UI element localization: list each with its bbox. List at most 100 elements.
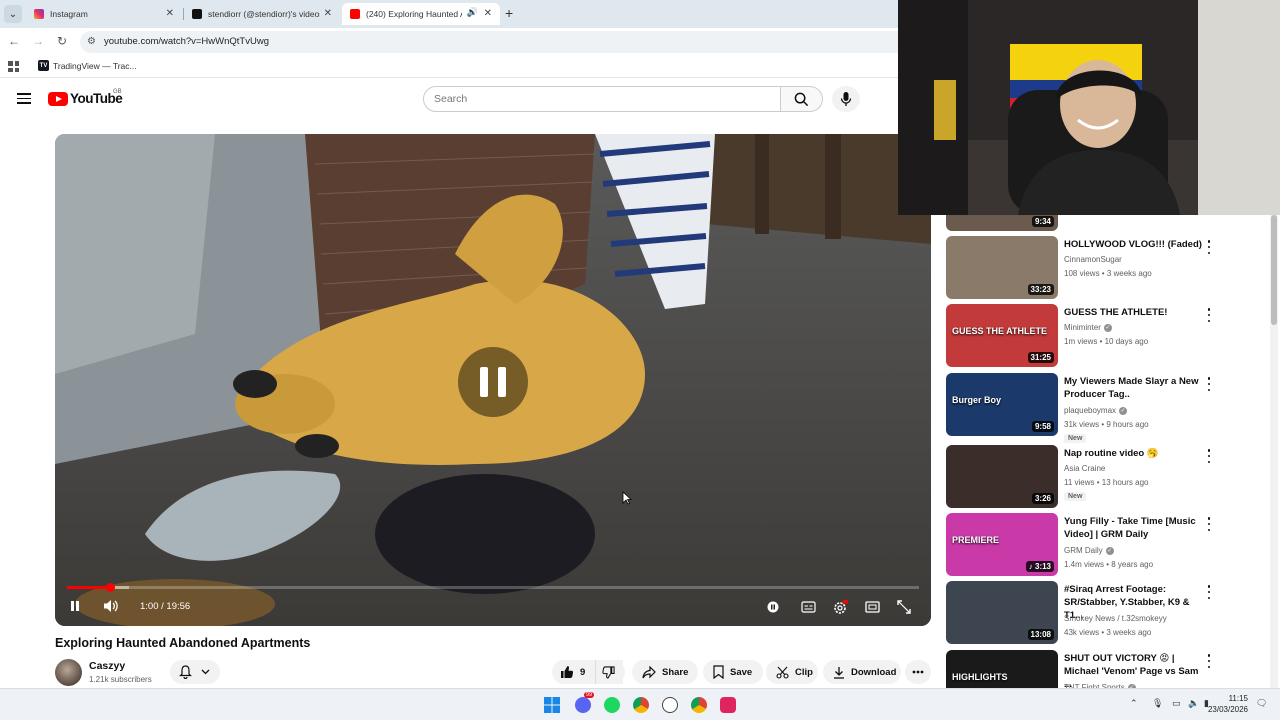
- channel-avatar[interactable]: [55, 659, 82, 686]
- steam-icon[interactable]: [662, 697, 678, 713]
- share-button[interactable]: Share: [632, 660, 698, 684]
- scrubber-handle[interactable]: [105, 583, 115, 592]
- youtube-logo[interactable]: YouTube GB: [48, 89, 123, 106]
- channel-name[interactable]: Caszyy: [89, 660, 125, 672]
- recommended-video-item[interactable]: 33:23 HOLLYWOOD VLOG!!! (Faded) CinnamonSu…: [946, 236, 1266, 300]
- bell-icon: [179, 665, 192, 679]
- recommended-video-item[interactable]: 3:26 Nap routine video 🥱 Asia Craine 11 vie…: [946, 445, 1266, 509]
- tiktok-icon[interactable]: [720, 697, 736, 713]
- thumbnail-text: PREMIERE: [952, 535, 1000, 545]
- fullscreen-button[interactable]: [897, 600, 911, 617]
- address-bar[interactable]: ⚙ youtube.com/watch?v=HwWnQtTvUwg: [80, 31, 980, 53]
- channel-name[interactable]: plaqueboymax ✓: [1064, 406, 1128, 415]
- save-button[interactable]: Save: [703, 660, 763, 684]
- video-thumbnail[interactable]: 3:26: [946, 445, 1058, 508]
- video-thumbnail[interactable]: 9:34: [946, 215, 1058, 231]
- volume-icon: [104, 600, 118, 612]
- more-options-icon[interactable]: [1204, 308, 1214, 322]
- dislike-button[interactable]: [595, 660, 625, 684]
- notification-settings-button[interactable]: [170, 660, 220, 684]
- recommendations-sidebar: 9:34217 views • 8 months ago 33:23 HOLLYWO…: [946, 215, 1280, 688]
- voice-search-button[interactable]: [832, 86, 860, 112]
- more-options-icon[interactable]: [1204, 449, 1214, 463]
- system-clock[interactable]: 11:15 23/03/2026: [1208, 693, 1248, 715]
- back-button[interactable]: ←: [6, 34, 22, 48]
- video-player[interactable]: 1:00 / 19:56: [55, 134, 931, 626]
- menu-icon[interactable]: [17, 93, 31, 104]
- volume-button[interactable]: [103, 599, 119, 616]
- apps-grid-icon[interactable]: [8, 61, 19, 72]
- recommended-video-item[interactable]: PREMIERE ♪ 3:13 Yung Filly - Take Time [Mu…: [946, 513, 1266, 577]
- video-thumbnail[interactable]: HIGHLIGHTS: [946, 650, 1058, 688]
- more-options-icon[interactable]: [1204, 654, 1214, 668]
- pause-overlay-button[interactable]: [458, 347, 528, 417]
- save-label: Save: [730, 666, 753, 678]
- speaker-tray-icon[interactable]: 🔈: [1188, 698, 1199, 709]
- video-title[interactable]: My Viewers Made Slayr a New Producer Tag…: [1064, 375, 1202, 401]
- more-options-icon[interactable]: [1204, 585, 1214, 599]
- video-thumbnail[interactable]: 33:23: [946, 236, 1058, 299]
- close-tab-icon[interactable]: ✕: [166, 8, 174, 19]
- more-actions-button[interactable]: [905, 660, 931, 684]
- recommended-video-item[interactable]: 9:34217 views • 8 months ago: [946, 215, 1266, 232]
- spotify-icon[interactable]: [604, 697, 620, 713]
- captions-button[interactable]: [801, 601, 816, 616]
- channel-name[interactable]: CinnamonSugar: [1064, 255, 1122, 264]
- channel-name[interactable]: GRM Daily ✓: [1064, 546, 1114, 555]
- chrome-profile-icon[interactable]: [691, 697, 707, 713]
- network-icon[interactable]: ▭: [1172, 698, 1181, 709]
- microphone-tray-icon[interactable]: 🎙: [1152, 698, 1163, 709]
- search-icon: [794, 92, 809, 107]
- video-title[interactable]: Yung Filly - Take Time [Music Video] | G…: [1064, 515, 1202, 541]
- more-options-icon[interactable]: [1204, 240, 1214, 254]
- tab-tiktok[interactable]: stendiorr (@stendiorr)'s videos ✕: [184, 3, 340, 25]
- video-thumbnail[interactable]: PREMIERE ♪ 3:13: [946, 513, 1058, 576]
- video-thumbnail[interactable]: GUESS THE ATHLETE 31:25: [946, 304, 1058, 367]
- discord-icon[interactable]: 99: [575, 692, 595, 713]
- video-title[interactable]: HOLLYWOOD VLOG!!! (Faded): [1064, 238, 1202, 251]
- theater-mode-button[interactable]: [865, 601, 880, 616]
- search-button[interactable]: [781, 86, 823, 112]
- download-button[interactable]: Download: [823, 660, 901, 684]
- close-tab-icon[interactable]: ✕: [324, 8, 332, 19]
- autoplay-toggle[interactable]: [767, 601, 779, 616]
- webcam-feed: [898, 0, 1280, 215]
- clip-button[interactable]: Clip: [766, 660, 818, 684]
- view-count-and-date: 11 views • 13 hours ago: [1064, 478, 1149, 487]
- audio-playing-icon[interactable]: 🔊: [467, 7, 478, 18]
- video-thumbnail[interactable]: 13:08: [946, 581, 1058, 644]
- channel-name[interactable]: Smokey News / t.32smokeyy: [1064, 614, 1167, 623]
- pause-button[interactable]: [69, 600, 81, 615]
- chrome-icon[interactable]: [633, 697, 649, 713]
- search-input[interactable]: Search: [423, 86, 781, 112]
- channel-name[interactable]: Miniminter ✓: [1064, 323, 1112, 332]
- thumbs-up-icon: [561, 666, 574, 678]
- settings-button[interactable]: [833, 600, 848, 618]
- download-label: Download: [851, 666, 897, 678]
- video-title[interactable]: Nap routine video 🥱: [1064, 447, 1202, 460]
- recommended-video-item[interactable]: Burger Boy 9:58 My Viewers Made Slayr a Ne…: [946, 373, 1266, 443]
- more-options-icon[interactable]: [1204, 517, 1214, 531]
- tab-youtube-active[interactable]: (240) Exploring Haunted Ab 🔊 ✕: [342, 3, 500, 25]
- forward-button[interactable]: →: [30, 34, 46, 48]
- new-tab-button[interactable]: +: [505, 5, 513, 21]
- video-thumbnail[interactable]: Burger Boy 9:58: [946, 373, 1058, 436]
- tab-search-button[interactable]: ⌄: [4, 5, 22, 23]
- windows-start-icon[interactable]: [544, 697, 560, 713]
- close-tab-icon[interactable]: ✕: [484, 8, 492, 19]
- recommended-video-item[interactable]: HIGHLIGHTS SHUT OUT VICTORY 😡 | Michael '…: [946, 650, 1266, 688]
- notification-center-icon[interactable]: 🗨: [1256, 698, 1267, 709]
- bookmark-tradingview[interactable]: TV TradingView — Trac...: [38, 60, 137, 71]
- scrollbar-thumb[interactable]: [1271, 215, 1277, 325]
- recommended-video-item[interactable]: GUESS THE ATHLETE 31:25 GUESS THE ATHLETE!…: [946, 304, 1266, 368]
- video-title[interactable]: GUESS THE ATHLETE!: [1064, 306, 1202, 319]
- tab-instagram[interactable]: Instagram ✕: [26, 3, 182, 25]
- show-hidden-icons-chevron-icon[interactable]: ⌃: [1130, 698, 1138, 709]
- progress-bar[interactable]: [67, 583, 919, 592]
- channel-name[interactable]: Asia Craine: [1064, 464, 1105, 473]
- more-options-icon[interactable]: [1204, 377, 1214, 391]
- reload-button[interactable]: ↻: [54, 34, 70, 48]
- recommended-video-item[interactable]: 13:08 #Siraq Arrest Footage: SR/Stabber, …: [946, 581, 1266, 645]
- sidebar-scrollbar[interactable]: [1270, 215, 1278, 688]
- site-info-icon[interactable]: ⚙: [87, 31, 96, 53]
